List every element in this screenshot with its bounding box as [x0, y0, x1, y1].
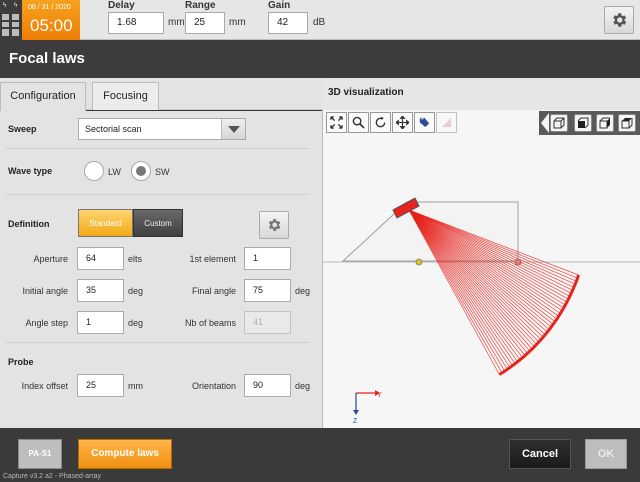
tab-bar: Configuration Focusing: [0, 78, 322, 111]
bottom-bar: PA-S1 Compute laws Cancel OK Capture v3.…: [0, 428, 640, 482]
configuration-form: Sweep Sectorial scan Wave type LW SW Def…: [0, 111, 322, 428]
first-element-label: 1st element: [189, 254, 236, 264]
wave-type-label: Wave type: [8, 166, 53, 176]
initial-angle-input[interactable]: 35: [77, 279, 124, 302]
custom-toggle[interactable]: Custom: [133, 209, 183, 237]
tab-focusing[interactable]: Focusing: [92, 82, 159, 110]
gear-icon: [268, 219, 281, 231]
page-title: Focal laws: [0, 40, 640, 78]
date-text: 08 / 31 / 2020: [28, 4, 71, 11]
radio-lw[interactable]: [84, 161, 104, 181]
visualization-viewport[interactable]: Y Z: [322, 110, 640, 428]
y-axis-label: Y: [377, 392, 382, 399]
probe-label: Probe: [8, 357, 34, 367]
radio-lw-label: LW: [108, 167, 121, 177]
battery-cell-icon: [12, 14, 19, 36]
index-offset-unit: mm: [128, 381, 143, 391]
divider: [6, 342, 310, 343]
gear-icon: [613, 13, 627, 27]
clock: 08 / 31 / 2020 05:00: [22, 0, 80, 40]
chevron-down-icon[interactable]: [221, 119, 245, 139]
angle-step-label: Angle step: [25, 318, 68, 328]
time-text: 05:00: [30, 16, 73, 35]
final-angle-unit: deg: [295, 286, 311, 296]
orientation-label: Orientation: [191, 381, 236, 391]
compute-laws-button[interactable]: Compute laws: [78, 439, 172, 469]
standard-toggle[interactable]: Standard: [78, 209, 133, 237]
top-status-bar: ϟ ϟ 08 / 31 / 2020 05:00 Delay 1.68 mm R…: [0, 0, 640, 40]
visualization-title: 3D visualization: [322, 78, 640, 110]
orientation-unit: deg: [295, 381, 311, 391]
aperture-input[interactable]: 64: [77, 247, 124, 270]
sweep-value: Sectorial scan: [85, 124, 142, 134]
range-input[interactable]: 25: [185, 12, 225, 34]
gain-label: Gain: [268, 0, 291, 11]
radio-sw-label: SW: [155, 167, 170, 177]
first-element-input[interactable]: 1: [244, 247, 291, 270]
aperture-unit: elts: [128, 254, 143, 264]
exit-point: [415, 258, 423, 266]
scene-3d: Y Z: [323, 197, 640, 425]
definition-label: Definition: [8, 219, 50, 229]
delay-label: Delay: [108, 0, 135, 11]
initial-angle-unit: deg: [128, 286, 144, 296]
sweep-select[interactable]: Sectorial scan: [78, 118, 246, 140]
delay-input[interactable]: 1.68: [108, 12, 164, 34]
settings-button[interactable]: [604, 6, 634, 34]
nb-beams-input: 41: [244, 311, 291, 334]
final-angle-label: Final angle: [191, 286, 236, 296]
battery-indicator: ϟ ϟ: [0, 0, 22, 40]
radio-sw[interactable]: [131, 161, 151, 181]
charging-icon: ϟ: [2, 2, 7, 9]
definition-settings-button[interactable]: [259, 211, 289, 239]
index-offset-input[interactable]: 25: [77, 374, 124, 397]
probe-tag-button[interactable]: PA-S1: [18, 439, 62, 469]
final-angle-input[interactable]: 75: [244, 279, 291, 302]
index-offset-label: Index offset: [21, 381, 68, 391]
angle-step-input[interactable]: 1: [77, 311, 124, 334]
angle-step-unit: deg: [128, 318, 144, 328]
tab-configuration[interactable]: Configuration: [0, 82, 86, 111]
sweep-label: Sweep: [8, 124, 37, 134]
ok-button[interactable]: OK: [585, 439, 627, 469]
orientation-input[interactable]: 90: [244, 374, 291, 397]
axis-gizmo: Y Z: [353, 390, 382, 425]
gain-unit: dB: [313, 17, 326, 28]
nb-beams-label: Nb of beams: [184, 318, 236, 328]
gain-input[interactable]: 42: [268, 12, 308, 34]
divider: [6, 148, 310, 149]
aperture-label: Aperture: [33, 254, 68, 264]
version-text: Capture v3.2 a2 - Phased-array: [3, 473, 102, 480]
initial-angle-label: Initial angle: [22, 286, 68, 296]
wedge-edge-point: [514, 258, 522, 266]
battery-cell-icon: [2, 14, 9, 36]
divider: [6, 194, 310, 195]
cancel-button[interactable]: Cancel: [509, 439, 571, 469]
delay-unit: mm: [168, 17, 185, 28]
charging-icon: ϟ: [13, 2, 18, 9]
z-axis-arrow: [353, 410, 359, 415]
range-label: Range: [185, 0, 216, 11]
z-axis-label: Z: [353, 418, 358, 425]
range-unit: mm: [229, 17, 246, 28]
